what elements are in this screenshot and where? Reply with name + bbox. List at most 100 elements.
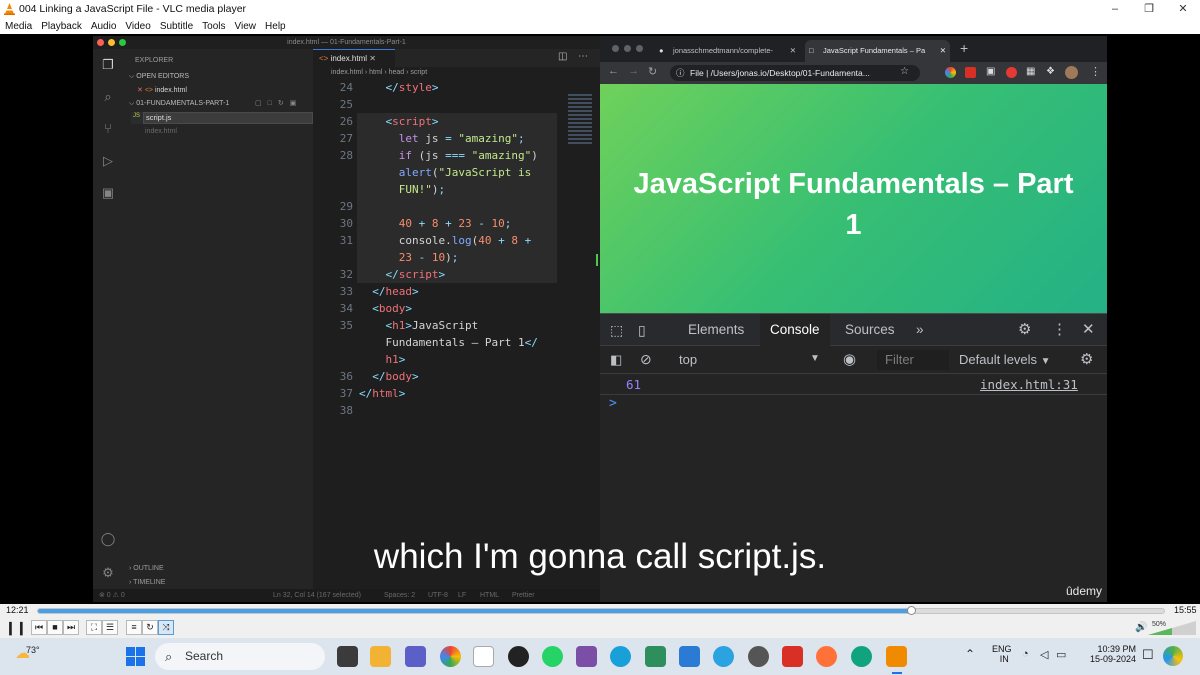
loop-icon[interactable]: ↻ bbox=[142, 620, 158, 635]
shuffle-icon[interactable]: ⤨ bbox=[158, 620, 174, 635]
tab-close-icon[interactable]: ✕ bbox=[369, 54, 376, 63]
reload-icon[interactable]: ↻ bbox=[648, 65, 657, 78]
chatgpt-icon[interactable] bbox=[851, 646, 872, 667]
new-folder-icon[interactable]: □ bbox=[268, 100, 278, 107]
weather-temp[interactable]: 73° bbox=[26, 645, 40, 655]
language-mode[interactable]: HTML bbox=[480, 589, 499, 602]
chrome-menu-icon[interactable]: ⋮ bbox=[1090, 65, 1101, 78]
fullscreen-icon[interactable]: ⛶ bbox=[86, 620, 102, 635]
speaker-icon[interactable]: ◁ bbox=[1040, 648, 1048, 661]
console-prompt[interactable]: > bbox=[609, 396, 617, 411]
open-editor-item[interactable]: ✕ <> index.html bbox=[137, 86, 187, 94]
devtools-close-icon[interactable]: ✕ bbox=[1082, 314, 1095, 346]
run-debug-icon[interactable]: ▷ bbox=[100, 153, 116, 169]
battery-icon[interactable]: ▭ bbox=[1056, 648, 1066, 661]
close-icon[interactable]: ✕ bbox=[137, 87, 143, 94]
tab-console[interactable]: Console bbox=[760, 314, 830, 346]
menu-help[interactable]: Help bbox=[265, 21, 286, 32]
github-desktop-icon[interactable] bbox=[508, 646, 529, 667]
tab-elements[interactable]: Elements bbox=[688, 314, 744, 346]
problems-icon[interactable]: ⊗ 0 ⚠ 0 bbox=[99, 589, 125, 602]
acrobat-icon[interactable] bbox=[782, 646, 803, 667]
sidebar-toggle-icon[interactable]: ◧ bbox=[610, 352, 622, 368]
extension-camera-icon[interactable]: ▣ bbox=[986, 66, 995, 77]
whatsapp-icon[interactable] bbox=[542, 646, 563, 667]
chrome-icon[interactable] bbox=[440, 646, 461, 667]
settings-gear-icon[interactable] bbox=[748, 646, 769, 667]
tab-close-icon[interactable]: ✕ bbox=[940, 40, 946, 62]
breadcrumb-html[interactable]: html bbox=[369, 69, 382, 76]
pause-icon[interactable]: ❙❙ bbox=[5, 620, 27, 636]
device-toolbar-icon[interactable]: ▯ bbox=[638, 314, 646, 346]
seek-handle[interactable] bbox=[906, 606, 916, 615]
back-icon[interactable]: ← bbox=[608, 65, 619, 77]
show-hidden-icons[interactable]: ⌃ bbox=[965, 647, 975, 661]
teams-icon[interactable] bbox=[405, 646, 426, 667]
chrome-tab-active[interactable]: □ JavaScript Fundamentals – Pa ✕ bbox=[805, 40, 950, 62]
extensions-icon[interactable]: ▣ bbox=[100, 185, 116, 201]
prettier-status[interactable]: Prettier bbox=[512, 589, 535, 602]
address-bar[interactable]: ⓘ File | /Users/jonas.io/Desktop/01-Fund… bbox=[670, 65, 920, 81]
vlc-icon[interactable] bbox=[886, 646, 907, 667]
notification-icon[interactable]: ☐ bbox=[1142, 647, 1154, 663]
folder-header[interactable]: ⌵ 01-FUNDAMENTALS-PART-1 bbox=[129, 100, 229, 108]
forward-icon[interactable]: → bbox=[628, 65, 639, 77]
source-control-icon[interactable]: ⑂ bbox=[100, 121, 116, 137]
extensions-puzzle-icon[interactable]: ❖ bbox=[1046, 66, 1055, 77]
windows-start-icon[interactable] bbox=[126, 647, 145, 666]
language-indicator[interactable]: ENG IN bbox=[992, 644, 1012, 664]
menu-subtitle[interactable]: Subtitle bbox=[160, 21, 193, 32]
more-actions-icon[interactable]: ⋯ bbox=[578, 51, 588, 62]
search-icon[interactable]: ⌕ bbox=[100, 89, 116, 105]
profile-avatar[interactable] bbox=[1065, 66, 1078, 79]
bookmark-star-icon[interactable]: ☆ bbox=[900, 66, 909, 77]
file-explorer-icon[interactable] bbox=[370, 646, 391, 667]
file-index-html[interactable]: index.html bbox=[145, 128, 177, 135]
more-tabs-icon[interactable]: » bbox=[916, 314, 924, 346]
refresh-icon[interactable]: ↻ bbox=[278, 100, 290, 107]
video-frame[interactable]: index.html — 01-Fundamentals-Part-1 ❐ ⌕ … bbox=[0, 34, 1200, 604]
eol[interactable]: LF bbox=[458, 589, 466, 602]
cursor-position[interactable]: Ln 32, Col 14 (167 selected) bbox=[273, 589, 361, 602]
breadcrumb-file[interactable]: index.html bbox=[331, 69, 363, 76]
indentation[interactable]: Spaces: 2 bbox=[384, 589, 415, 602]
devtools-menu-icon[interactable]: ⋮ bbox=[1052, 314, 1067, 346]
extension-color-icon[interactable] bbox=[945, 67, 956, 78]
inspect-element-icon[interactable]: ⬚ bbox=[610, 314, 623, 346]
playlist-icon[interactable]: ≡ bbox=[126, 620, 142, 635]
onenote-icon[interactable] bbox=[576, 646, 597, 667]
close-button[interactable]: ✕ bbox=[1166, 0, 1200, 18]
menu-playback[interactable]: Playback bbox=[41, 21, 82, 32]
vscode-icon[interactable] bbox=[679, 646, 700, 667]
edge-icon[interactable] bbox=[610, 646, 631, 667]
console-filter-input[interactable]: Filter bbox=[877, 350, 949, 370]
context-select[interactable]: top bbox=[679, 352, 697, 367]
devtools-settings-icon[interactable]: ⚙ bbox=[1018, 314, 1031, 346]
task-view-icon[interactable] bbox=[337, 646, 358, 667]
extension-grid-icon[interactable]: ▦ bbox=[1026, 66, 1035, 77]
console-settings-icon[interactable]: ⚙ bbox=[1080, 350, 1093, 368]
collapse-icon[interactable]: ▣ bbox=[290, 100, 303, 107]
menu-view[interactable]: View bbox=[235, 21, 257, 32]
menu-audio[interactable]: Audio bbox=[91, 21, 117, 32]
volume-icon[interactable]: 🔊 bbox=[1135, 622, 1147, 633]
volume-slider[interactable]: 50% bbox=[1148, 621, 1196, 635]
app-mountain-icon[interactable] bbox=[645, 646, 666, 667]
timeline-header[interactable]: › TIMELINE bbox=[129, 579, 165, 586]
breadcrumb-script[interactable]: script bbox=[410, 69, 427, 76]
menu-video[interactable]: Video bbox=[125, 21, 150, 32]
menu-media[interactable]: Media bbox=[5, 21, 32, 32]
context-dropdown-icon[interactable]: ▼ bbox=[810, 353, 820, 364]
chrome-tab-github[interactable]: ● jonasschmedtmann/complete- ✕ bbox=[655, 40, 800, 62]
files-icon[interactable]: ❐ bbox=[100, 57, 116, 73]
telegram-icon[interactable] bbox=[713, 646, 734, 667]
log-levels-select[interactable]: Default levels ▼ bbox=[959, 352, 1051, 367]
open-editors-header[interactable]: ⌵ OPEN EDITORS bbox=[129, 73, 189, 81]
tab-index-html[interactable]: <> index.html ✕ bbox=[313, 49, 395, 67]
restore-button[interactable]: ❐ bbox=[1132, 0, 1166, 18]
new-tab-icon[interactable]: + bbox=[960, 40, 968, 56]
clock[interactable]: 10:39 PM 15-09-2024 bbox=[1090, 644, 1136, 664]
wifi-icon[interactable]: ◔ bbox=[1022, 648, 1029, 660]
minimap[interactable] bbox=[568, 94, 592, 144]
log-source-link[interactable]: index.html:31 bbox=[980, 377, 1078, 392]
